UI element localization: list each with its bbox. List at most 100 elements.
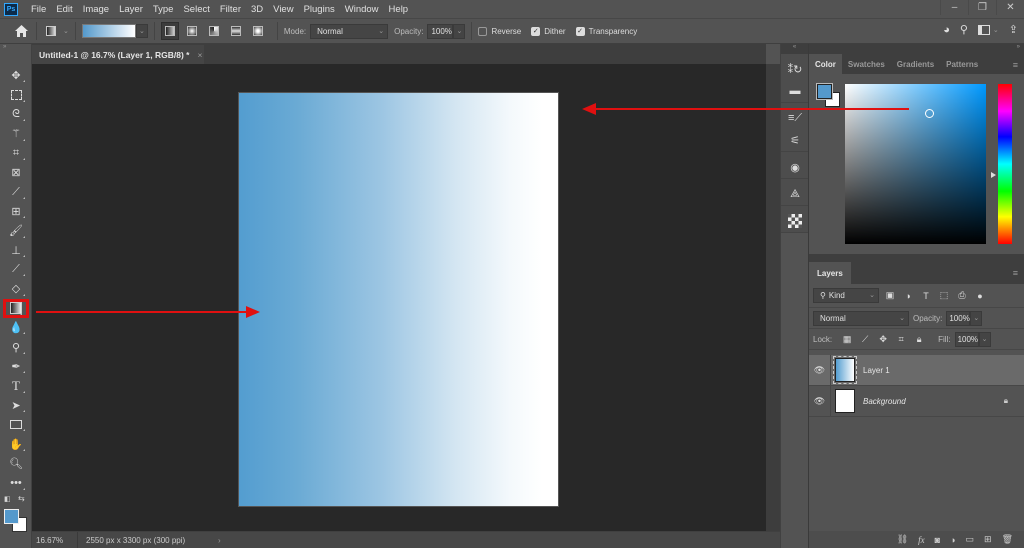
share-icon[interactable]: ⇪ [1009, 23, 1018, 36]
restore-button[interactable]: ❐ [968, 0, 996, 15]
menu-plugins[interactable]: Plugins [299, 4, 340, 15]
search-icon[interactable]: ⚲ [960, 23, 968, 36]
tab-swatches[interactable]: Swatches [842, 54, 891, 74]
pen-tool[interactable]: ✒ [0, 357, 32, 376]
vertical-scrollbar[interactable] [766, 64, 780, 531]
mode-select[interactable]: Normal ⌄ [310, 23, 389, 39]
lock-artboard-icon[interactable]: ⌗ [894, 334, 908, 345]
menu-filter[interactable]: Filter [215, 4, 246, 15]
adjustment-layer-icon[interactable]: ◑ [950, 535, 955, 545]
layer-item[interactable]: 👁︎ Layer 1 [809, 354, 1024, 386]
history-icon[interactable]: ⁑↻ [781, 58, 809, 80]
expand-panel-icon[interactable]: » [0, 44, 31, 52]
brush-settings-icon[interactable]: ≡⟋ [781, 107, 809, 129]
hue-slider[interactable] [998, 84, 1012, 244]
fx-icon[interactable]: fx [918, 535, 925, 545]
menu-layer[interactable]: Layer [114, 4, 148, 15]
workspace-icon[interactable]: ⌄ [977, 24, 999, 35]
layer-opacity-dropdown[interactable]: ⌄ [970, 310, 983, 326]
type-tool[interactable]: T [0, 376, 32, 395]
gradient-tool[interactable] [3, 298, 29, 319]
tab-gradients[interactable]: Gradients [891, 54, 940, 74]
add-mask-icon[interactable]: ◙ [935, 535, 940, 545]
layer-item[interactable]: 👁︎ Background 🔒︎ [809, 385, 1024, 417]
diamond-gradient-button[interactable] [249, 22, 267, 40]
pixel-filter-icon[interactable]: ▣ [883, 290, 897, 301]
status-menu-arrow[interactable]: › [218, 536, 221, 545]
menu-edit[interactable]: Edit [51, 4, 77, 15]
hue-marker[interactable] [991, 172, 996, 178]
canvas-area[interactable] [32, 64, 766, 531]
color-picker-ring[interactable] [925, 109, 934, 118]
new-group-icon[interactable]: ▭ [966, 534, 975, 545]
magic-wand-tool[interactable]: ⚚ [0, 124, 32, 143]
shape-filter-icon[interactable]: ⬚ [937, 290, 951, 301]
trash-icon[interactable]: 🗑︎ [1002, 534, 1013, 545]
document-canvas[interactable] [239, 93, 558, 506]
linear-gradient-button[interactable] [160, 22, 179, 40]
fill-input[interactable]: 100% [954, 331, 979, 347]
lock-position-icon[interactable]: ✥ [876, 334, 890, 345]
link-layers-icon[interactable]: ⛓ [897, 534, 908, 545]
checkmark-icon[interactable]: ✓ [531, 26, 541, 36]
gradient-picker[interactable] [81, 24, 136, 38]
menu-file[interactable]: File [26, 4, 51, 15]
menu-window[interactable]: Window [340, 4, 384, 15]
panel-menu-icon[interactable]: ≡ [1013, 60, 1018, 70]
move-tool[interactable]: ✥ [0, 66, 32, 85]
checkbox-box[interactable] [478, 26, 488, 36]
rectangle-tool[interactable] [0, 415, 32, 434]
tool-preset-icon[interactable] [43, 23, 59, 39]
history-brush-tool[interactable]: ⟋ [0, 260, 32, 279]
tab-patterns[interactable]: Patterns [940, 54, 984, 74]
lock-all-icon[interactable]: 🔒︎ [912, 334, 926, 345]
filter-kind-select[interactable]: ⚲ Kind ⌄ [813, 288, 879, 303]
eyedropper-tool[interactable]: ⟋ [0, 182, 32, 201]
healing-brush-tool[interactable]: ⊞ [0, 202, 32, 221]
tab-layers[interactable]: Layers [809, 262, 851, 284]
menu-image[interactable]: Image [78, 4, 114, 15]
dither-checkbox[interactable]: ✓ Dither [531, 26, 566, 36]
blend-mode-select[interactable]: Normal ⌄ [813, 310, 909, 326]
swap-colors-icon[interactable]: ⇆ [18, 494, 25, 503]
path-selection-tool[interactable]: ➤ [0, 396, 32, 415]
edit-toolbar-button[interactable]: ••• [0, 473, 32, 492]
channels-icon[interactable]: ◉ [781, 156, 809, 178]
expand-panels-icon[interactable]: » [1017, 44, 1020, 50]
panel-menu-icon[interactable]: ≡ [1013, 268, 1018, 278]
adjustment-filter-icon[interactable]: ◑ [901, 291, 915, 301]
zoom-tool[interactable]: 🔍︎ [0, 454, 32, 473]
close-button[interactable]: ✕ [996, 0, 1024, 15]
reverse-checkbox[interactable]: Reverse [478, 26, 521, 36]
paths-icon[interactable]: ⟁ [781, 183, 809, 205]
layer-opacity-input[interactable]: 100% [946, 310, 971, 326]
type-filter-icon[interactable]: T [919, 291, 933, 301]
blur-tool[interactable]: 💧 [0, 318, 32, 337]
smart-object-filter-icon[interactable]: ⎙ [955, 290, 969, 301]
menu-type[interactable]: Type [148, 4, 179, 15]
home-icon[interactable] [12, 23, 30, 39]
minimize-button[interactable]: – [940, 0, 968, 15]
close-tab-icon[interactable]: × [197, 50, 202, 60]
default-colors-icon[interactable]: ◧ [4, 495, 11, 503]
foreground-color-swatch[interactable] [4, 508, 19, 524]
frame-tool[interactable]: ⊠ [0, 163, 32, 182]
clone-stamp-tool[interactable]: ⊥ [0, 241, 32, 260]
libraries-icon[interactable]: ▬ [781, 80, 809, 102]
properties-checker-icon[interactable] [781, 210, 809, 232]
chevron-down-icon[interactable]: ⌄ [63, 27, 69, 35]
menu-select[interactable]: Select [178, 4, 214, 15]
lock-transparent-icon[interactable]: ▦ [840, 334, 854, 345]
eye-icon[interactable]: 👁︎ [809, 354, 831, 386]
opacity-dropdown-button[interactable]: ⌄ [453, 23, 466, 39]
lock-image-icon[interactable]: ⟋ [858, 334, 872, 345]
eraser-tool[interactable]: ◇ [0, 279, 32, 298]
collapse-dock-icon[interactable]: « [781, 44, 808, 54]
checkmark-icon[interactable]: ✓ [575, 26, 585, 36]
reflected-gradient-button[interactable] [227, 22, 245, 40]
eye-icon[interactable]: 👁︎ [809, 385, 831, 417]
adjustments-icon[interactable]: ⚟ [781, 129, 809, 151]
marquee-tool[interactable] [0, 85, 32, 104]
radial-gradient-button[interactable] [183, 22, 201, 40]
gradient-dropdown-button[interactable]: ⌄ [135, 24, 148, 38]
